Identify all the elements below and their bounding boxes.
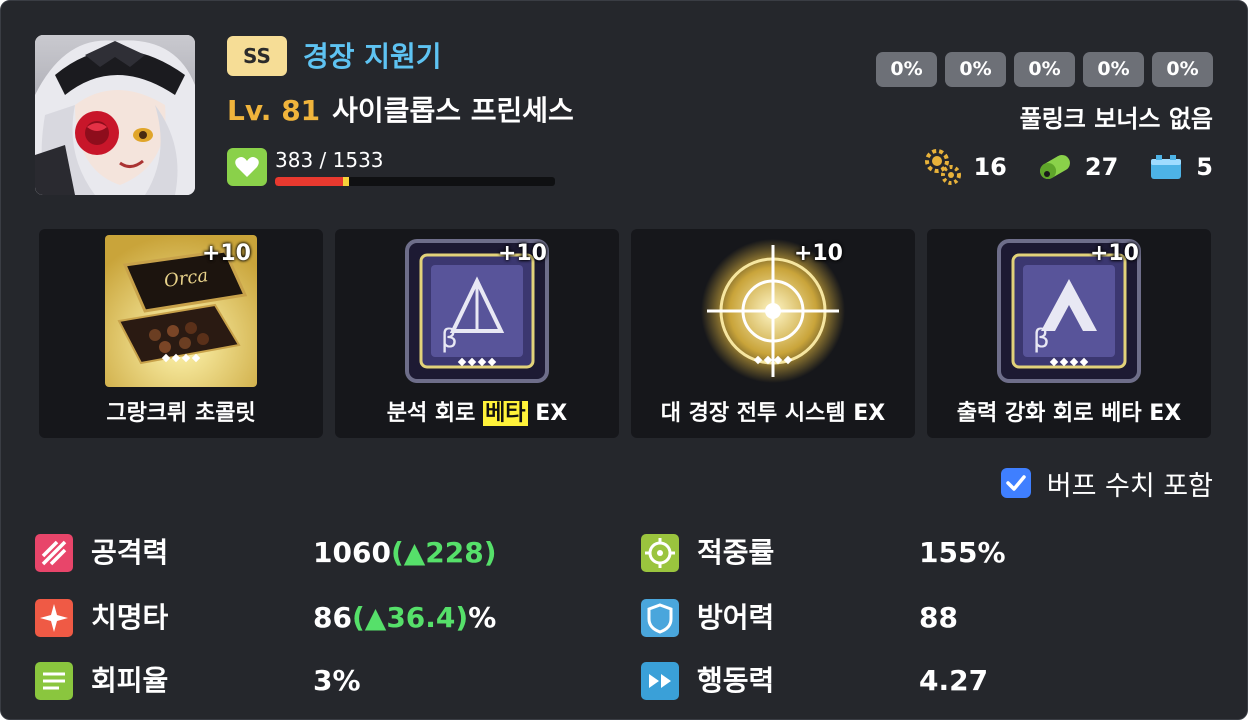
resource-nutrient-value: 27 — [1084, 153, 1119, 181]
power-pack-icon — [1151, 155, 1182, 179]
stat-attack-close: ) — [483, 536, 497, 569]
resource-parts: 16 — [923, 147, 1007, 187]
equipment-name: 대 경장 전투 시스템 EX — [631, 395, 915, 427]
equipment-name-pre: 분석 회로 — [386, 401, 484, 426]
buff-up-arrow: ▲ — [403, 536, 426, 569]
link-slot-5: 0% — [1152, 52, 1213, 87]
speed-icon — [641, 662, 679, 700]
character-name: 사이클롭스 프린세스 — [332, 94, 574, 127]
link-percentage-row: 0% 0% 0% 0% 0% — [876, 52, 1213, 87]
equipment-name: 분석 회로 베타 EX — [335, 395, 619, 427]
rank-badge: SS — [227, 36, 287, 76]
link-slot-4: 0% — [1083, 52, 1144, 87]
resource-nutrient: 27 — [1035, 147, 1118, 187]
stat-crit-base: 86 — [313, 601, 352, 634]
svg-text:β: β — [1033, 324, 1050, 354]
stat-evasion-value: 3% — [313, 664, 361, 697]
equipment-row: Orca +10 그랑크뤼 초콜릿 β +10 분석 회로 베타 EX +10 … — [39, 229, 1211, 438]
gear-parts-icon — [925, 149, 962, 185]
stat-defense-value: 88 — [919, 601, 958, 634]
enhance-level: +10 — [1089, 241, 1139, 266]
enhance-level: +10 — [201, 241, 251, 266]
stat-speed-value: 4.27 — [919, 664, 989, 697]
buff-toggle[interactable]: 버프 수치 포함 — [1000, 463, 1213, 503]
accuracy-icon — [641, 534, 679, 572]
stat-attack-base: 1060 — [313, 536, 391, 569]
equipment-slot-3[interactable]: +10 대 경장 전투 시스템 EX — [631, 229, 915, 438]
stat-attack-value: 1060(▲228) — [313, 533, 497, 573]
nutrient-capsule-icon — [1039, 155, 1070, 179]
stat-crit-value: 86(▲36.4)% — [313, 598, 496, 638]
stat-defense-label: 방어력 — [697, 601, 775, 634]
stat-defense: 방어력 88 — [641, 598, 958, 638]
level-name-line: Lv. 81 사이클롭스 프린세스 — [227, 91, 574, 131]
stat-crit-open: ( — [351, 601, 365, 634]
stat-speed-label: 행동력 — [697, 664, 775, 697]
stat-accuracy-value: 155% — [919, 536, 1006, 569]
crit-icon — [35, 599, 73, 637]
enhance-level: +10 — [497, 241, 547, 266]
bond-progress-bar — [275, 177, 555, 186]
bond-value: 383 / 1533 — [275, 148, 384, 172]
stat-crit-bonus: 36.4 — [386, 601, 456, 634]
stat-evasion-label: 회피율 — [91, 664, 169, 697]
stat-accuracy: 적중률 155% — [641, 533, 1006, 573]
stat-attack-bonus: 228 — [425, 536, 484, 569]
buff-toggle-label: 버프 수치 포함 — [1046, 470, 1213, 502]
stat-attack-open: ( — [390, 536, 404, 569]
character-portrait[interactable] — [35, 35, 195, 195]
character-info-card: SS 경장 지원기 Lv. 81 사이클롭스 프린세스 383 / 1533 0%… — [0, 0, 1248, 720]
stat-attack-label: 공격력 — [91, 536, 169, 569]
equipment-slot-1[interactable]: Orca +10 그랑크뤼 초콜릿 — [39, 229, 323, 438]
link-slot-2: 0% — [945, 52, 1006, 87]
stat-evasion: 회피율 3% — [35, 661, 361, 701]
character-portrait-art — [35, 35, 195, 195]
buff-up-arrow: ▲ — [364, 601, 387, 634]
search-highlight: 베타 — [483, 401, 528, 426]
equipment-name-text: 대 경장 전투 시스템 EX — [660, 401, 886, 426]
attack-icon — [35, 534, 73, 572]
stat-accuracy-label: 적중률 — [697, 536, 775, 569]
fulllink-bonus-text: 풀링크 보너스 없음 — [1019, 105, 1213, 133]
equipment-name-text: 출력 강화 회로 베타 EX — [956, 401, 1182, 426]
buff-checkbox[interactable] — [1000, 468, 1031, 498]
equipment-slot-2[interactable]: β +10 분석 회로 베타 EX — [335, 229, 619, 438]
resource-power-value: 5 — [1196, 153, 1213, 181]
heart-icon — [227, 148, 267, 186]
equipment-name: 출력 강화 회로 베타 EX — [927, 395, 1211, 427]
stat-speed: 행동력 4.27 — [641, 661, 988, 701]
check-icon — [1006, 475, 1026, 491]
bond-progress-tip — [343, 177, 349, 186]
stat-attack: 공격력 1060(▲228) — [35, 533, 497, 573]
equipment-slot-4[interactable]: β +10 출력 강화 회로 베타 EX — [927, 229, 1211, 438]
stat-crit-suffix: % — [468, 601, 497, 634]
equipment-name-text: 그랑크뤼 초콜릿 — [106, 401, 256, 426]
link-slot-3: 0% — [1014, 52, 1075, 87]
enhance-level: +10 — [793, 241, 843, 266]
stat-crit-close: ) — [455, 601, 469, 634]
link-slot-1: 0% — [876, 52, 937, 87]
bond-progress-fill — [275, 177, 345, 186]
stat-crit: 치명타 86(▲36.4)% — [35, 598, 496, 638]
evasion-icon — [35, 662, 73, 700]
equipment-name-post: EX — [527, 401, 568, 426]
resource-power: 5 — [1146, 147, 1213, 187]
resource-row: 16 27 5 — [895, 147, 1213, 187]
svg-text:β: β — [441, 324, 458, 354]
resource-parts-value: 16 — [973, 153, 1007, 181]
class-name: 경장 지원기 — [303, 40, 442, 73]
level-label: Lv. 81 — [227, 94, 321, 127]
stat-crit-label: 치명타 — [91, 601, 169, 634]
defense-icon — [641, 599, 679, 637]
equipment-name: 그랑크뤼 초콜릿 — [39, 395, 323, 427]
